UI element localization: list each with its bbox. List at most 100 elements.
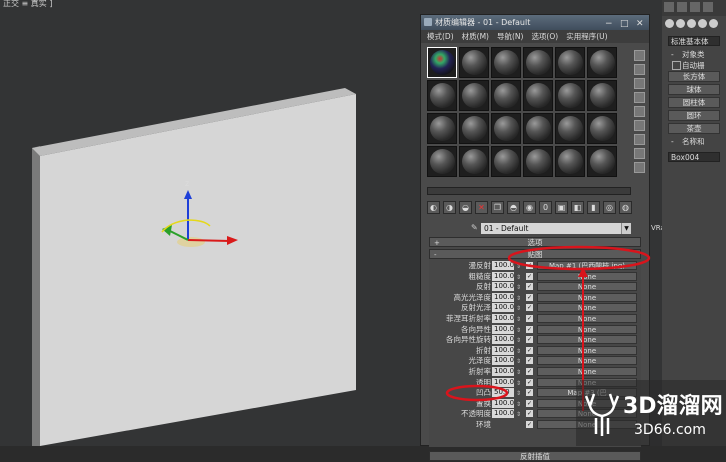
- spinner-icon[interactable]: ⇕: [516, 347, 521, 357]
- options-icon[interactable]: [634, 134, 645, 145]
- eyedropper-icon[interactable]: ✎: [471, 223, 478, 232]
- map-amount-field[interactable]: 100.0: [492, 303, 514, 313]
- sample-slot[interactable]: [555, 113, 585, 144]
- sample-slot[interactable]: [491, 113, 521, 144]
- motion-tab-icon[interactable]: [703, 2, 713, 12]
- map-amount-field[interactable]: 100.0: [492, 345, 514, 355]
- modify-tab-icon[interactable]: [677, 2, 687, 12]
- sample-slot[interactable]: [427, 47, 457, 78]
- sample-type-icon[interactable]: [634, 50, 645, 61]
- spinner-icon[interactable]: ⇕: [516, 400, 521, 410]
- sample-slot[interactable]: [427, 80, 457, 111]
- map-amount-field[interactable]: 100.0: [492, 324, 514, 334]
- map-amount-field[interactable]: 100.0: [492, 366, 514, 376]
- sample-slot[interactable]: [555, 146, 585, 177]
- map-amount-field[interactable]: 100.0: [492, 292, 514, 302]
- backlight-icon[interactable]: [634, 64, 645, 75]
- map-enable-checkbox[interactable]: ✓: [526, 272, 533, 280]
- video-check-icon[interactable]: [634, 106, 645, 117]
- maximize-icon[interactable]: □: [620, 17, 629, 32]
- name-color-section[interactable]: 名称和: [668, 137, 720, 146]
- map-slot-button[interactable]: None: [537, 313, 637, 323]
- go-to-parent-icon[interactable]: ▮: [587, 201, 600, 214]
- sample-slot[interactable]: [459, 113, 489, 144]
- hierarchy-tab-icon[interactable]: [690, 2, 700, 12]
- sample-slot[interactable]: [523, 80, 553, 111]
- map-amount-field[interactable]: 100.0: [492, 409, 514, 419]
- assign-to-selection-icon[interactable]: ◒: [459, 201, 472, 214]
- menu-navigation[interactable]: 导航(N): [497, 30, 523, 43]
- torus-button[interactable]: 圆环: [668, 110, 720, 121]
- sample-slot[interactable]: [523, 113, 553, 144]
- map-amount-field[interactable]: 100.0: [492, 313, 514, 323]
- sample-slot[interactable]: [459, 47, 489, 78]
- sample-slot[interactable]: [523, 47, 553, 78]
- sphere-button[interactable]: 球体: [668, 84, 720, 95]
- map-enable-checkbox[interactable]: ✓: [526, 262, 533, 269]
- sample-slot[interactable]: [459, 80, 489, 111]
- get-material-icon[interactable]: ◐: [427, 201, 440, 214]
- map-slot-button[interactable]: None: [537, 271, 637, 281]
- sample-slot[interactable]: [587, 146, 617, 177]
- spinner-icon[interactable]: ⇕: [516, 283, 521, 293]
- cylinder-button[interactable]: 圆柱体: [668, 97, 720, 108]
- spinner-icon[interactable]: ⇕: [516, 368, 521, 378]
- shapes-icon[interactable]: [676, 19, 685, 28]
- close-icon[interactable]: ✕: [636, 17, 644, 32]
- autogrid-checkbox[interactable]: 自动栅: [668, 60, 720, 70]
- spinner-icon[interactable]: ⇕: [516, 273, 521, 283]
- put-to-library-icon[interactable]: ◉: [523, 201, 536, 214]
- map-enable-checkbox[interactable]: ✓: [526, 420, 533, 428]
- show-end-result-icon[interactable]: ◧: [571, 201, 584, 214]
- spinner-icon[interactable]: ⇕: [516, 389, 521, 399]
- map-enable-checkbox[interactable]: ✓: [526, 336, 533, 344]
- sample-slot[interactable]: [555, 47, 585, 78]
- sample-slot[interactable]: [491, 146, 521, 177]
- map-enable-checkbox[interactable]: ✓: [526, 367, 533, 375]
- menu-utilities[interactable]: 实用程序(U): [566, 30, 607, 43]
- rollout-reflect-interpolation[interactable]: 反射插值: [429, 451, 641, 461]
- spinner-icon[interactable]: ⇕: [516, 379, 521, 389]
- sample-slot[interactable]: [459, 146, 489, 177]
- spinner-icon[interactable]: ⇕: [516, 315, 521, 325]
- spinner-icon[interactable]: ⇕: [516, 410, 521, 420]
- map-enable-checkbox[interactable]: ✓: [526, 304, 533, 312]
- create-tab-icon[interactable]: [664, 2, 674, 12]
- sample-slot[interactable]: [587, 113, 617, 144]
- menu-material[interactable]: 材质(M): [462, 30, 489, 43]
- select-by-material-icon[interactable]: [634, 148, 645, 159]
- make-unique-icon[interactable]: ◓: [507, 201, 520, 214]
- spinner-icon[interactable]: ⇕: [516, 326, 521, 336]
- object-name-field[interactable]: Box004: [668, 152, 720, 162]
- sample-slot[interactable]: [555, 80, 585, 111]
- map-enable-checkbox[interactable]: ✓: [526, 314, 533, 322]
- chevron-down-icon[interactable]: ▼: [621, 223, 631, 234]
- map-enable-checkbox[interactable]: ✓: [526, 346, 533, 354]
- sample-slot[interactable]: [427, 113, 457, 144]
- spinner-icon[interactable]: ⇕: [516, 294, 521, 304]
- map-slot-button[interactable]: None: [537, 303, 637, 313]
- spinner-icon[interactable]: ⇕: [516, 336, 521, 346]
- material-editor-titlebar[interactable]: 材质编辑器 - 01 - Default − □ ✕: [421, 15, 649, 30]
- map-enable-checkbox[interactable]: ✓: [526, 293, 533, 301]
- rollout-maps[interactable]: - 贴图: [429, 249, 641, 259]
- map-enable-checkbox[interactable]: ✓: [526, 389, 533, 397]
- minimize-icon[interactable]: −: [605, 17, 613, 32]
- map-enable-checkbox[interactable]: ✓: [526, 325, 533, 333]
- put-to-scene-icon[interactable]: ◑: [443, 201, 456, 214]
- spinner-icon[interactable]: ⇕: [516, 262, 521, 272]
- map-amount-field[interactable]: 100.0: [492, 271, 514, 281]
- map-enable-checkbox[interactable]: ✓: [526, 283, 533, 291]
- lights-icon[interactable]: [687, 19, 696, 28]
- map-enable-checkbox[interactable]: ✓: [526, 410, 533, 418]
- box-button[interactable]: 长方体: [668, 71, 720, 82]
- show-map-icon[interactable]: ▣: [555, 201, 568, 214]
- material-id-icon[interactable]: 0: [539, 201, 552, 214]
- spinner-icon[interactable]: ⇕: [516, 357, 521, 367]
- make-preview-icon[interactable]: [634, 120, 645, 131]
- map-amount-field[interactable]: 100.0: [492, 335, 514, 345]
- cameras-icon[interactable]: [698, 19, 707, 28]
- reset-material-icon[interactable]: ✕: [475, 201, 488, 214]
- map-amount-field[interactable]: 100.0: [492, 261, 514, 270]
- teapot-button[interactable]: 茶壶: [668, 123, 720, 134]
